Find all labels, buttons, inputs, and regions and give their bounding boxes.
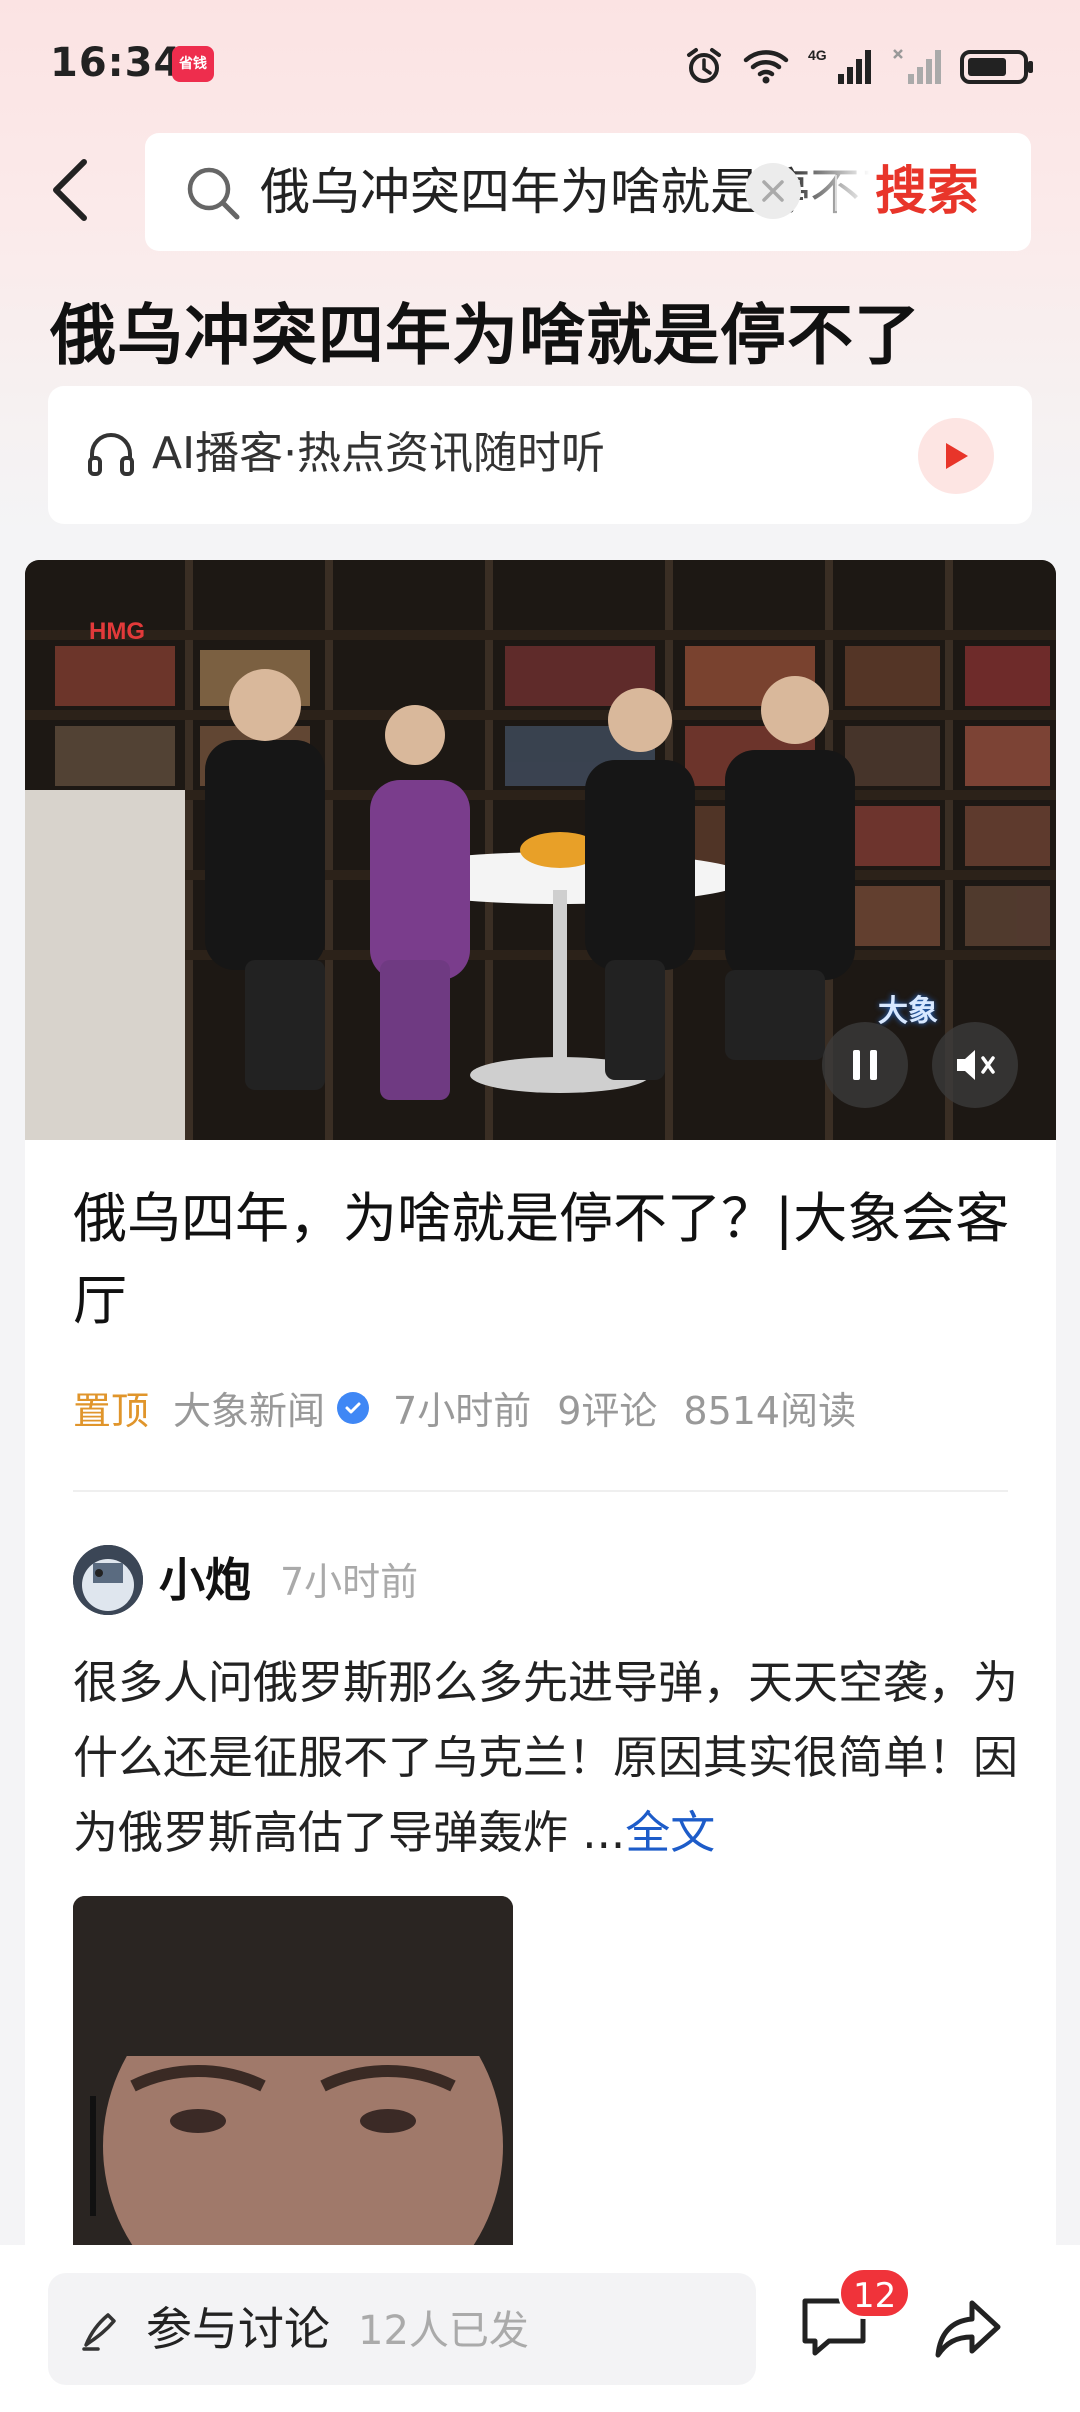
wifi-icon <box>742 48 790 84</box>
post-author[interactable]: 小炮 <box>159 1550 251 1610</box>
search-divider <box>835 175 837 211</box>
article-read-count: 8514阅读 <box>683 1389 857 1433</box>
post-image[interactable] <box>73 1896 513 2256</box>
pinned-badge: 置顶 <box>73 1389 150 1433</box>
battery-icon <box>960 46 1036 86</box>
article-comment-count: 9评论 <box>557 1389 658 1433</box>
article-source[interactable]: 大象新闻 <box>173 1380 325 1435</box>
verified-icon <box>337 1391 370 1424</box>
post-time: 7小时前 <box>280 1560 419 1604</box>
pause-icon <box>853 1050 877 1080</box>
status-bar: 16:34 省钱 4G <box>0 0 1080 130</box>
headphones-icon <box>86 428 136 482</box>
app-notification-icon: 省钱 <box>172 46 214 82</box>
discussion-count: 12人已发 <box>358 2308 529 2354</box>
video-watermark: 大象 <box>878 994 938 1029</box>
article-meta: 置顶 大象新闻 7小时前 9评论 8514阅读 <box>73 1380 882 1435</box>
share-icon <box>935 2300 1001 2358</box>
muted-speaker-icon <box>957 1050 995 1080</box>
news-card: HMG 大象 俄乌四年，为啥就是停不了？|大象会客厅 置顶 大象新闻 7小时前 … <box>25 560 1056 2412</box>
podcast-play-button[interactable] <box>918 418 994 494</box>
svg-text:4G: 4G <box>808 47 827 63</box>
signal-no-service-icon <box>892 46 942 86</box>
ai-podcast-label: AI播客·热点资讯随时听 <box>152 428 606 479</box>
video-channel-logo: HMG <box>89 618 145 645</box>
pause-button[interactable] <box>822 1022 908 1108</box>
signal-4g-icon: 4G <box>808 46 874 86</box>
search-box[interactable]: 俄乌冲突四年为啥就是停不了 搜索 <box>145 133 1031 251</box>
article-time: 7小时前 <box>393 1389 532 1433</box>
video-player[interactable]: HMG 大象 <box>25 560 1056 1140</box>
share-button[interactable] <box>928 2289 1008 2369</box>
post-body[interactable]: 很多人问俄罗斯那么多先进导弹，天天空袭，为什么还是征服不了乌克兰！原因其实很简单… <box>73 1645 1033 1870</box>
ai-podcast-bar[interactable]: AI播客·热点资讯随时听 <box>48 386 1032 524</box>
post-text: 很多人问俄罗斯那么多先进导弹，天天空袭，为什么还是征服不了乌克兰！原因其实很简单… <box>73 1656 1019 1859</box>
play-icon <box>946 443 968 469</box>
pen-icon <box>78 2305 126 2357</box>
comment-count-badge: 12 <box>838 2267 912 2319</box>
avatar[interactable] <box>73 1545 143 1615</box>
topic-title: 俄乌冲突四年为啥就是停不了 <box>50 297 921 374</box>
close-icon <box>762 180 784 202</box>
status-icons: 4G <box>684 44 1036 88</box>
chevron-left-icon <box>53 159 87 221</box>
status-time: 16:34 <box>50 40 183 86</box>
video-controls: 大象 <box>822 994 1032 1108</box>
clear-search-button[interactable] <box>745 163 801 219</box>
join-discussion-input[interactable]: 参与讨论 12人已发 <box>48 2273 756 2385</box>
search-icon <box>185 165 241 225</box>
search-submit-button[interactable]: 搜索 <box>875 159 979 225</box>
back-button[interactable] <box>40 150 100 230</box>
divider <box>73 1490 1008 1492</box>
article-title[interactable]: 俄乌四年，为啥就是停不了？|大象会客厅 <box>73 1178 1013 1342</box>
alarm-icon <box>684 46 724 86</box>
mute-button[interactable] <box>932 1022 1018 1108</box>
join-discussion-label: 参与讨论 <box>146 2302 330 2356</box>
bottom-action-bar: 参与讨论 12人已发 12 <box>0 2245 1080 2412</box>
read-full-link[interactable]: 全文 <box>625 1806 715 1859</box>
